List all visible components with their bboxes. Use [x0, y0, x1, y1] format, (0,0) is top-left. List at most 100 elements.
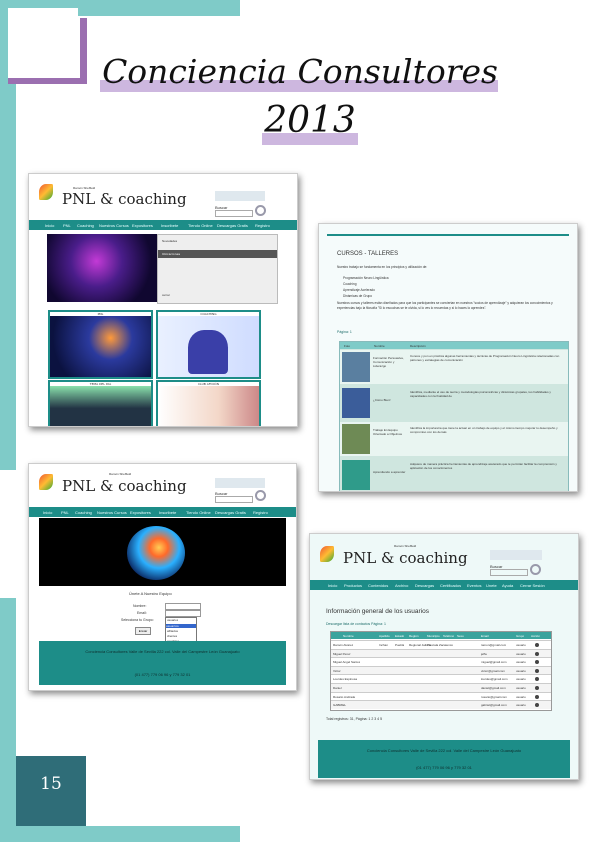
table-cell: usuario: [516, 651, 526, 656]
nav-item-inicio[interactable]: Inicio: [45, 223, 54, 228]
nav-item-coaching[interactable]: Coaching: [77, 223, 94, 228]
nav2-pnl[interactable]: PNL: [61, 510, 69, 515]
ucol-apellido: Apellido: [379, 634, 390, 638]
usuarios-footer: Conciencia Consultores Valle de Sevilla …: [318, 740, 570, 778]
row-1-photo: [342, 352, 370, 382]
purple-frame-bottom: [8, 78, 87, 84]
row-1-name: Formación Persuasiva, Comunicación y Lid…: [373, 356, 404, 368]
search-input-3[interactable]: [490, 569, 528, 576]
tile-club-label: CLUB AFICIÓN: [158, 382, 259, 386]
cursos-row-2[interactable]: ¿Cómo Bien! Identifica, mediante el uso …: [340, 386, 568, 420]
table-row[interactable]: GABRIEL gabriel@gmail.com usuario: [331, 700, 551, 710]
row-4-name: Aprendiendo a aprender: [373, 470, 406, 474]
usuarios-heading: Información general de los usuarios: [326, 608, 429, 615]
search-input[interactable]: [215, 210, 253, 217]
search-icon[interactable]: [255, 205, 266, 216]
white-square: [8, 8, 78, 78]
edit-icon[interactable]: [535, 677, 539, 682]
ucol-grupo: Grupo: [516, 634, 525, 638]
cursos-row-1[interactable]: Formación Persuasiva, Comunicación y Lid…: [340, 350, 568, 384]
table-cell: Rosario Andrade: [333, 694, 356, 699]
edit-icon[interactable]: [535, 686, 539, 690]
input-nombre[interactable]: [165, 603, 201, 610]
nav2-registro[interactable]: Registro: [253, 510, 268, 515]
usuarios-subheading[interactable]: Descargar lista de contactos Página: 1: [326, 622, 386, 626]
table-cell: Ramón Alvarez: [333, 643, 354, 647]
tile-pnl[interactable]: PNL: [48, 310, 153, 379]
cursos-pages[interactable]: Página: 1: [337, 330, 352, 334]
nav-item-cursos[interactable]: Nuestros Cursos: [99, 223, 129, 228]
edit-icon[interactable]: [535, 694, 539, 699]
logo-name-2: PNL & coaching: [62, 477, 187, 495]
nav-item-descargas[interactable]: Descargas Gratis: [217, 223, 248, 228]
nav-item-expositores[interactable]: Expositores: [132, 223, 153, 228]
row-4-photo: [342, 460, 370, 490]
table-cell: rosario@gmail.com: [481, 694, 507, 699]
nav2-cursos[interactable]: Nuestros Cursos: [97, 510, 127, 515]
search-icon-3[interactable]: [530, 564, 541, 575]
ucol-municipio: Municipio: [427, 634, 440, 638]
menu-cerrar[interactable]: cerrar: [162, 293, 170, 297]
table-cell: Victor: [333, 668, 341, 673]
nav-item-pnl[interactable]: PNL: [63, 223, 71, 228]
edit-icon[interactable]: [535, 668, 539, 673]
purple-frame-right: [80, 18, 87, 84]
screenshot-registro: Ramón Sheffield PNL & coaching Buscar In…: [28, 463, 297, 691]
nav2-inscribete[interactable]: Inscribete: [159, 510, 176, 515]
table-cell: Miguel Perez: [333, 651, 351, 656]
page-number: 15: [40, 774, 62, 794]
search-icon-2[interactable]: [255, 490, 266, 501]
nav2-expositores[interactable]: Expositores: [130, 510, 151, 515]
tile-tema[interactable]: TEMA DEL DIA: [48, 380, 153, 426]
table-cell: Inchan: [379, 643, 389, 647]
submit-button[interactable]: Enviar: [135, 627, 151, 635]
nav2-inicio[interactable]: Inicio: [43, 510, 52, 515]
unav-ayuda[interactable]: Ayuda: [502, 583, 513, 588]
coaching-silhouette: [188, 330, 228, 374]
menu-ubicaciones[interactable]: Ubicaciones: [158, 250, 277, 258]
ucol-estado: Estado: [395, 634, 405, 638]
tile-club[interactable]: CLUB AFICIÓN: [156, 380, 261, 426]
unav-unete[interactable]: Unete: [486, 583, 497, 588]
cursos-col-nombre: Nombre: [374, 344, 385, 348]
edit-icon[interactable]: [535, 651, 539, 656]
row-2-name: ¿Cómo Bien!: [373, 398, 391, 402]
tile-tema-label: TEMA DEL DIA: [50, 382, 151, 386]
table-cell: Lourdes Espinosa: [333, 677, 358, 682]
unav-archivo[interactable]: Archivo: [395, 583, 408, 588]
menu-novedades[interactable]: Novedades: [162, 239, 177, 243]
option-clientes[interactable]: clientes: [167, 634, 177, 638]
social-box: [215, 191, 265, 201]
unav-eventos[interactable]: Eventos: [467, 583, 481, 588]
unav-descargas[interactable]: Descargas: [415, 583, 434, 588]
option-usuarios[interactable]: usuarios: [166, 624, 196, 628]
nav-item-inscribete[interactable]: Inscribete: [161, 223, 178, 228]
cursos-row-4[interactable]: Aprendiendo a aprender Adquiere de maner…: [340, 458, 568, 491]
unav-inicio[interactable]: Inicio: [328, 583, 337, 588]
logo-name: PNL & coaching: [62, 190, 187, 208]
nav-item-tienda[interactable]: Tiendo Online: [188, 223, 213, 228]
brain-banner: [39, 518, 286, 586]
unav-certificados[interactable]: Certificados: [440, 583, 461, 588]
tile-coaching[interactable]: COACHING: [156, 310, 261, 379]
nav2-coaching[interactable]: Coaching: [75, 510, 92, 515]
option-afiliados[interactable]: afiliados: [167, 629, 178, 633]
unav-cerrar[interactable]: Cerrar Sesión: [520, 583, 545, 588]
table-cell: usuario: [516, 694, 526, 699]
input-email[interactable]: [165, 610, 201, 617]
edit-icon[interactable]: [535, 643, 539, 647]
nav2-tienda[interactable]: Tiendo Online: [186, 510, 211, 515]
nav2-descargas[interactable]: Descargas Gratis: [215, 510, 246, 515]
tile-pnl-label: PNL: [50, 312, 151, 316]
footer-address: Conciencia Consultores Valle de Sevilla …: [85, 649, 240, 654]
edit-icon[interactable]: [535, 660, 539, 665]
ucol-nombre: Nombre: [343, 634, 354, 638]
nav-item-registro[interactable]: Registro: [255, 223, 270, 228]
search-input-2[interactable]: [215, 496, 253, 503]
unav-contenidos[interactable]: Contenidos: [368, 583, 388, 588]
cursos-row-3[interactable]: Trabajo En Equipo Orientado a Objetivos …: [340, 422, 568, 456]
row-2-desc: Identifica, mediante el uso de teoría y …: [410, 390, 551, 398]
unav-productos[interactable]: Productos: [344, 583, 362, 588]
edit-icon[interactable]: [535, 703, 539, 708]
select-value: usuarios: [167, 618, 179, 622]
